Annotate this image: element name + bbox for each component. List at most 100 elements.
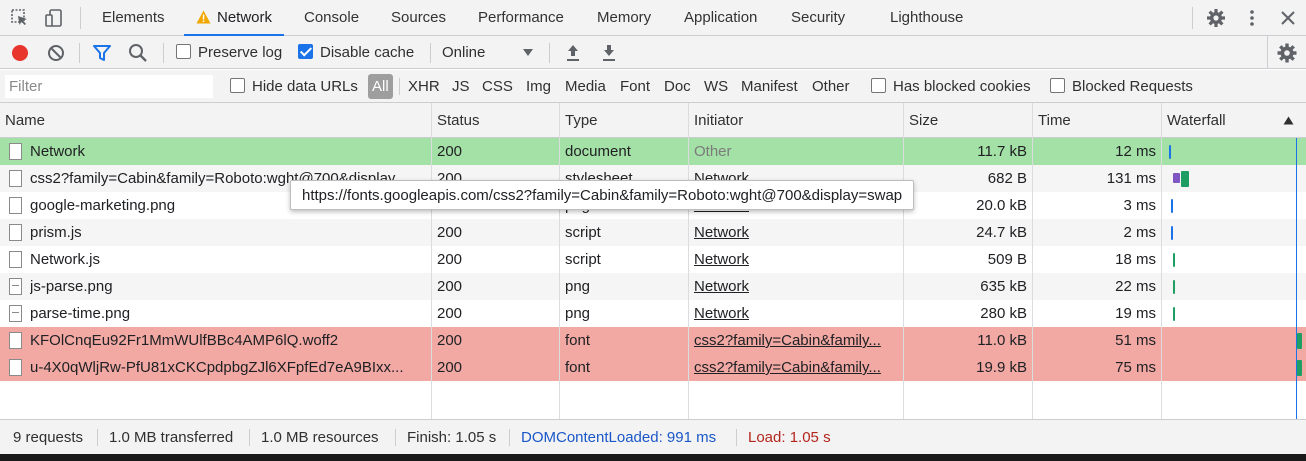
filter-type-js[interactable]: JS — [449, 74, 473, 99]
column-header-initiator[interactable]: Initiator — [689, 103, 743, 138]
has-blocked-cookies-label[interactable]: Has blocked cookies — [893, 70, 1031, 103]
url-tooltip: https://fonts.googleapis.com/css2?family… — [290, 180, 915, 210]
request-name[interactable]: js-parse.png — [30, 273, 422, 300]
column-divider — [688, 103, 689, 419]
request-name[interactable]: KFOlCnqEu92Fr1MmWUlfBBc4AMP6lQ.woff2 — [30, 327, 422, 354]
preserve-log-label[interactable]: Preserve log — [198, 36, 282, 69]
tab-lighthouse[interactable]: Lighthouse — [890, 0, 963, 36]
request-initiator[interactable]: Network — [694, 246, 894, 273]
more-options-icon[interactable] — [1242, 8, 1262, 28]
request-initiator[interactable]: Network — [694, 219, 894, 246]
filter-type-ws[interactable]: WS — [701, 74, 731, 99]
table-row[interactable]: js-parse.png 200 png Network 635 kB 22 ms — [0, 273, 1306, 300]
clear-icon[interactable] — [45, 42, 67, 64]
document-file-icon — [9, 359, 22, 376]
waterfall-bar — [1171, 199, 1173, 213]
tab-network[interactable]: Network — [184, 0, 285, 36]
request-size: 280 kB — [980, 305, 1027, 322]
waterfall-bar — [1173, 173, 1180, 183]
inspect-element-icon[interactable] — [10, 8, 30, 28]
filter-type-xhr[interactable]: XHR — [405, 74, 443, 99]
request-time: 19 ms — [1115, 305, 1156, 322]
network-settings-icon[interactable] — [1276, 42, 1298, 64]
tabbar-divider — [80, 7, 81, 29]
filter-input[interactable] — [5, 75, 213, 98]
close-icon[interactable] — [1278, 8, 1298, 28]
import-har-icon[interactable] — [562, 42, 584, 64]
tab-elements[interactable]: Elements — [102, 0, 165, 36]
tab-performance[interactable]: Performance — [478, 0, 564, 36]
hide-data-urls-label[interactable]: Hide data URLs — [252, 70, 358, 103]
request-name[interactable]: u-4X0qWljRw-PfU81xCKCpdpbgZJl6XFpfEd7eA9… — [30, 354, 422, 381]
settings-gear-icon[interactable] — [1206, 8, 1226, 28]
table-row[interactable]: Network 200 document Other 11.7 kB 12 ms — [0, 138, 1306, 165]
search-icon[interactable] — [127, 42, 149, 64]
export-har-icon[interactable] — [598, 42, 620, 64]
disable-cache-label[interactable]: Disable cache — [320, 36, 414, 69]
request-size: 635 kB — [980, 278, 1027, 295]
dropdown-arrow-icon[interactable] — [522, 47, 534, 57]
column-header-status[interactable]: Status — [432, 103, 480, 138]
request-initiator[interactable]: Network — [694, 273, 894, 300]
filter-divider — [399, 78, 400, 95]
filter-type-media[interactable]: Media — [562, 74, 609, 99]
tabbar-divider — [1192, 7, 1193, 29]
table-row[interactable]: u-4X0qWljRw-PfU81xCKCpdpbgZJl6XFpfEd7eA9… — [0, 354, 1306, 381]
filter-type-manifest[interactable]: Manifest — [738, 74, 801, 99]
preserve-log-checkbox[interactable] — [176, 44, 191, 59]
tab-security[interactable]: Security — [791, 0, 845, 36]
tab-memory[interactable]: Memory — [597, 0, 651, 36]
request-initiator[interactable]: css2?family=Cabin&family... — [694, 327, 894, 354]
request-time: 12 ms — [1115, 143, 1156, 160]
requests-table-header: Name Status Type Initiator Size Time Wat… — [0, 103, 1306, 138]
request-initiator: Other — [694, 143, 732, 160]
column-header-time[interactable]: Time — [1033, 103, 1071, 138]
tab-network-label: Network — [217, 9, 273, 26]
request-name[interactable]: parse-time.png — [30, 300, 422, 327]
filter-type-img[interactable]: Img — [523, 74, 554, 99]
record-icon[interactable] — [9, 42, 31, 64]
request-name[interactable]: prism.js — [30, 219, 422, 246]
filter-type-doc[interactable]: Doc — [661, 74, 694, 99]
disable-cache-checkbox[interactable] — [298, 44, 313, 59]
column-header-name[interactable]: Name — [0, 103, 45, 138]
tab-console[interactable]: Console — [304, 0, 359, 36]
hide-data-urls-checkbox[interactable] — [230, 78, 245, 93]
filter-type-other[interactable]: Other — [809, 74, 853, 99]
document-file-icon — [9, 143, 22, 160]
sort-ascending-icon[interactable] — [1283, 116, 1294, 125]
has-blocked-cookies-checkbox[interactable] — [871, 78, 886, 93]
request-time: 22 ms — [1115, 278, 1156, 295]
filter-type-font[interactable]: Font — [617, 74, 653, 99]
blocked-requests-checkbox[interactable] — [1050, 78, 1065, 93]
toolbar-divider — [430, 43, 431, 63]
filter-type-css[interactable]: CSS — [479, 74, 516, 99]
column-header-size[interactable]: Size — [904, 103, 938, 138]
column-header-waterfall[interactable]: Waterfall — [1162, 103, 1226, 138]
table-row[interactable]: prism.js 200 script Network 24.7 kB 2 ms — [0, 219, 1306, 246]
filter-icon[interactable] — [91, 42, 113, 64]
table-row[interactable]: Network.js 200 script Network 509 B 18 ms — [0, 246, 1306, 273]
tab-sources[interactable]: Sources — [391, 0, 446, 36]
request-name[interactable]: Network — [30, 138, 422, 165]
filter-type-all[interactable]: All — [368, 74, 393, 99]
column-header-type[interactable]: Type — [560, 103, 598, 138]
summary-divider — [736, 429, 737, 446]
toolbar-divider — [163, 43, 164, 63]
blocked-requests-label[interactable]: Blocked Requests — [1072, 70, 1193, 103]
device-toolbar-icon[interactable] — [44, 8, 64, 28]
tab-application[interactable]: Application — [684, 0, 757, 36]
network-summary-bar: 9 requests 1.0 MB transferred 1.0 MB res… — [0, 419, 1306, 454]
request-time: 51 ms — [1115, 332, 1156, 349]
request-status: 200 — [437, 278, 463, 295]
request-initiator[interactable]: Network — [694, 300, 894, 327]
image-file-icon — [9, 278, 22, 295]
request-initiator[interactable]: css2?family=Cabin&family... — [694, 354, 894, 381]
request-name[interactable]: Network.js — [30, 246, 422, 273]
request-size: 20.0 kB — [976, 197, 1027, 214]
table-row[interactable]: parse-time.png 200 png Network 280 kB 19 ms — [0, 300, 1306, 327]
panel-tabbar: Elements Network Console Sources Perform… — [0, 0, 1306, 36]
request-size: 19.9 kB — [976, 359, 1027, 376]
throttling-select[interactable]: Online — [442, 36, 485, 69]
table-row[interactable]: KFOlCnqEu92Fr1MmWUlfBBc4AMP6lQ.woff2 200 f… — [0, 327, 1306, 354]
